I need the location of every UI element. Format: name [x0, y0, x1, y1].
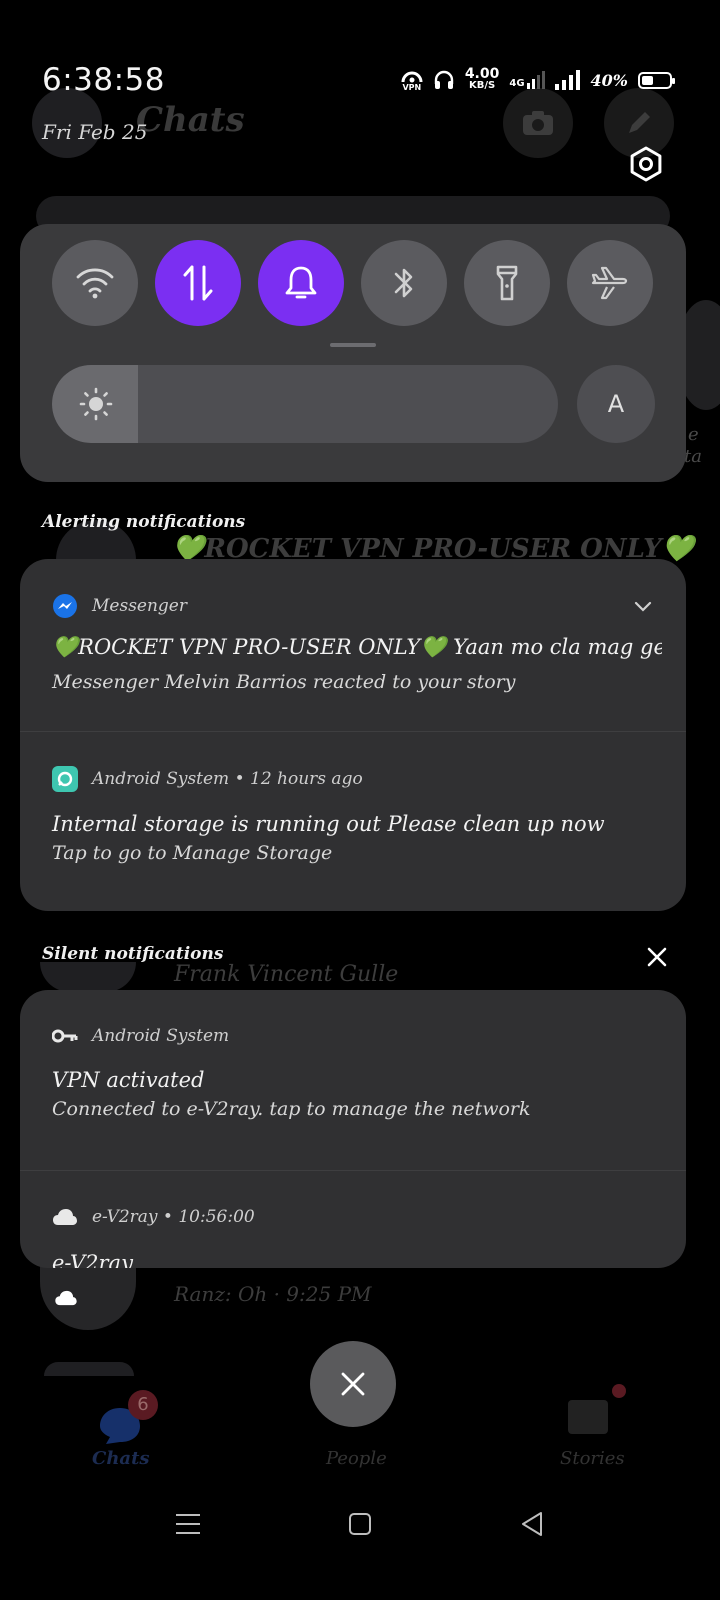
messenger-notification-text: Messenger Melvin Barrios reacted to your… [52, 671, 516, 693]
battery-icon [638, 71, 675, 89]
settings-gear-icon[interactable] [628, 146, 664, 182]
messenger-app-name: Messenger [92, 596, 187, 616]
background-chat-avatar-2 [40, 962, 136, 992]
airplane-icon [591, 266, 628, 300]
auto-brightness-button[interactable]: A [577, 365, 655, 443]
mobile-data-icon [183, 265, 213, 301]
chevron-down-icon[interactable] [634, 601, 652, 613]
ev2ray-app-name: e-V2ray • 10:56:00 [92, 1207, 255, 1227]
signal-2-icon [554, 70, 580, 90]
alerting-section-label: Alerting notifications [42, 512, 246, 532]
network-speed-unit: KB/S [468, 80, 496, 91]
alerting-notification-group: Messenger 💚ROCKET VPN PRO-USER ONLY💚 Yaa… [20, 559, 686, 911]
panel-expand-handle[interactable] [330, 343, 376, 347]
sound-toggle[interactable] [258, 240, 344, 326]
clear-all-close-icon[interactable] [646, 946, 668, 968]
vpn-icon: VPN [401, 69, 423, 92]
network-speed: 4.00 KB/S [464, 66, 500, 92]
wifi-icon [76, 268, 114, 299]
background-header-title: Chats [136, 100, 245, 140]
storage-notification-text: Tap to go to Manage Storage [52, 842, 333, 864]
headset-icon [434, 70, 454, 89]
network-type: 4G [509, 78, 525, 89]
close-notification-shade-button[interactable] [310, 1341, 396, 1427]
cellular-4g: 4G [509, 71, 545, 89]
vpn-notification-text: Connected to e-V2ray. tap to manage the … [52, 1098, 531, 1120]
silent-section-label: Silent notifications [42, 944, 224, 964]
date: Fri Feb 25 [42, 120, 148, 144]
bluetooth-toggle[interactable] [361, 240, 447, 326]
background-chat-preview: Ranz: Oh · 9:25 PM [174, 1282, 372, 1306]
signal-1-icon [526, 71, 545, 89]
ev2ray-notification-title: e-V2ray [52, 1251, 133, 1268]
tab-people-label: People [326, 1448, 387, 1469]
background-camera-button [503, 88, 573, 158]
pencil-icon [629, 112, 650, 133]
system-navigation-bar [0, 1490, 720, 1560]
messenger-notification-title: 💚ROCKET VPN PRO-USER ONLY💚 Yaan mo cla m… [52, 635, 662, 659]
storage-app-name: Android System • 12 hours ago [92, 769, 363, 789]
silent-notification-group: Android System VPN activated Connected t… [20, 990, 686, 1268]
vpn-app-name: Android System [92, 1026, 230, 1046]
android-system-icon [52, 766, 78, 792]
background-tab-stories: Stories [556, 1380, 636, 1470]
quick-settings-tiles [52, 240, 653, 326]
background-tab-chats: 6 Chats [90, 1390, 158, 1470]
background-side-text-2: ta [684, 446, 702, 467]
cloud-icon [55, 1290, 77, 1306]
vpn-label: VPN [402, 82, 422, 92]
messenger-notification[interactable]: Messenger 💚ROCKET VPN PRO-USER ONLY💚 Yaa… [20, 559, 686, 731]
airplane-toggle[interactable] [567, 240, 653, 326]
bell-icon [285, 266, 317, 299]
storage-notification-title: Internal storage is running out Please c… [52, 812, 605, 836]
menu-icon[interactable] [175, 1512, 201, 1536]
key-icon [52, 1029, 78, 1043]
brightness-icon [79, 387, 113, 421]
network-speed-value: 4.00 [464, 66, 500, 82]
flashlight-toggle[interactable] [464, 240, 550, 326]
stories-dot [612, 1384, 626, 1398]
home-icon[interactable] [348, 1512, 372, 1536]
auto-brightness-label: A [607, 390, 625, 418]
bluetooth-icon [394, 268, 413, 298]
tab-stories-label: Stories [560, 1448, 625, 1469]
status-icons: VPN 4.00 KB/S 4G 40% [401, 66, 675, 92]
close-icon [341, 1372, 365, 1396]
background-chat-name: Frank Vincent Gulle [174, 962, 399, 987]
back-icon[interactable] [520, 1511, 544, 1537]
wifi-toggle[interactable] [52, 240, 138, 326]
tab-chats-label: Chats [92, 1448, 150, 1469]
background-chat-avatar-4 [44, 1362, 134, 1376]
stories-icon [568, 1400, 608, 1434]
storage-notification[interactable]: Android System • 12 hours ago Internal s… [20, 732, 686, 911]
cloud-icon [53, 1209, 77, 1225]
mobile-data-toggle[interactable] [155, 240, 241, 326]
chats-badge: 6 [128, 1390, 158, 1420]
background-side-text-1: e [688, 424, 699, 445]
ev2ray-notification[interactable]: e-V2ray • 10:56:00 e-V2ray [20, 1171, 686, 1268]
camera-icon [523, 111, 553, 135]
brightness-slider[interactable] [52, 365, 558, 443]
messenger-icon [53, 594, 77, 618]
vpn-notification[interactable]: Android System VPN activated Connected t… [20, 990, 686, 1170]
clock: 6:38:58 [42, 62, 166, 98]
battery-percent: 40% [590, 70, 628, 90]
vpn-notification-title: VPN activated [52, 1068, 205, 1092]
flashlight-icon [496, 265, 518, 301]
